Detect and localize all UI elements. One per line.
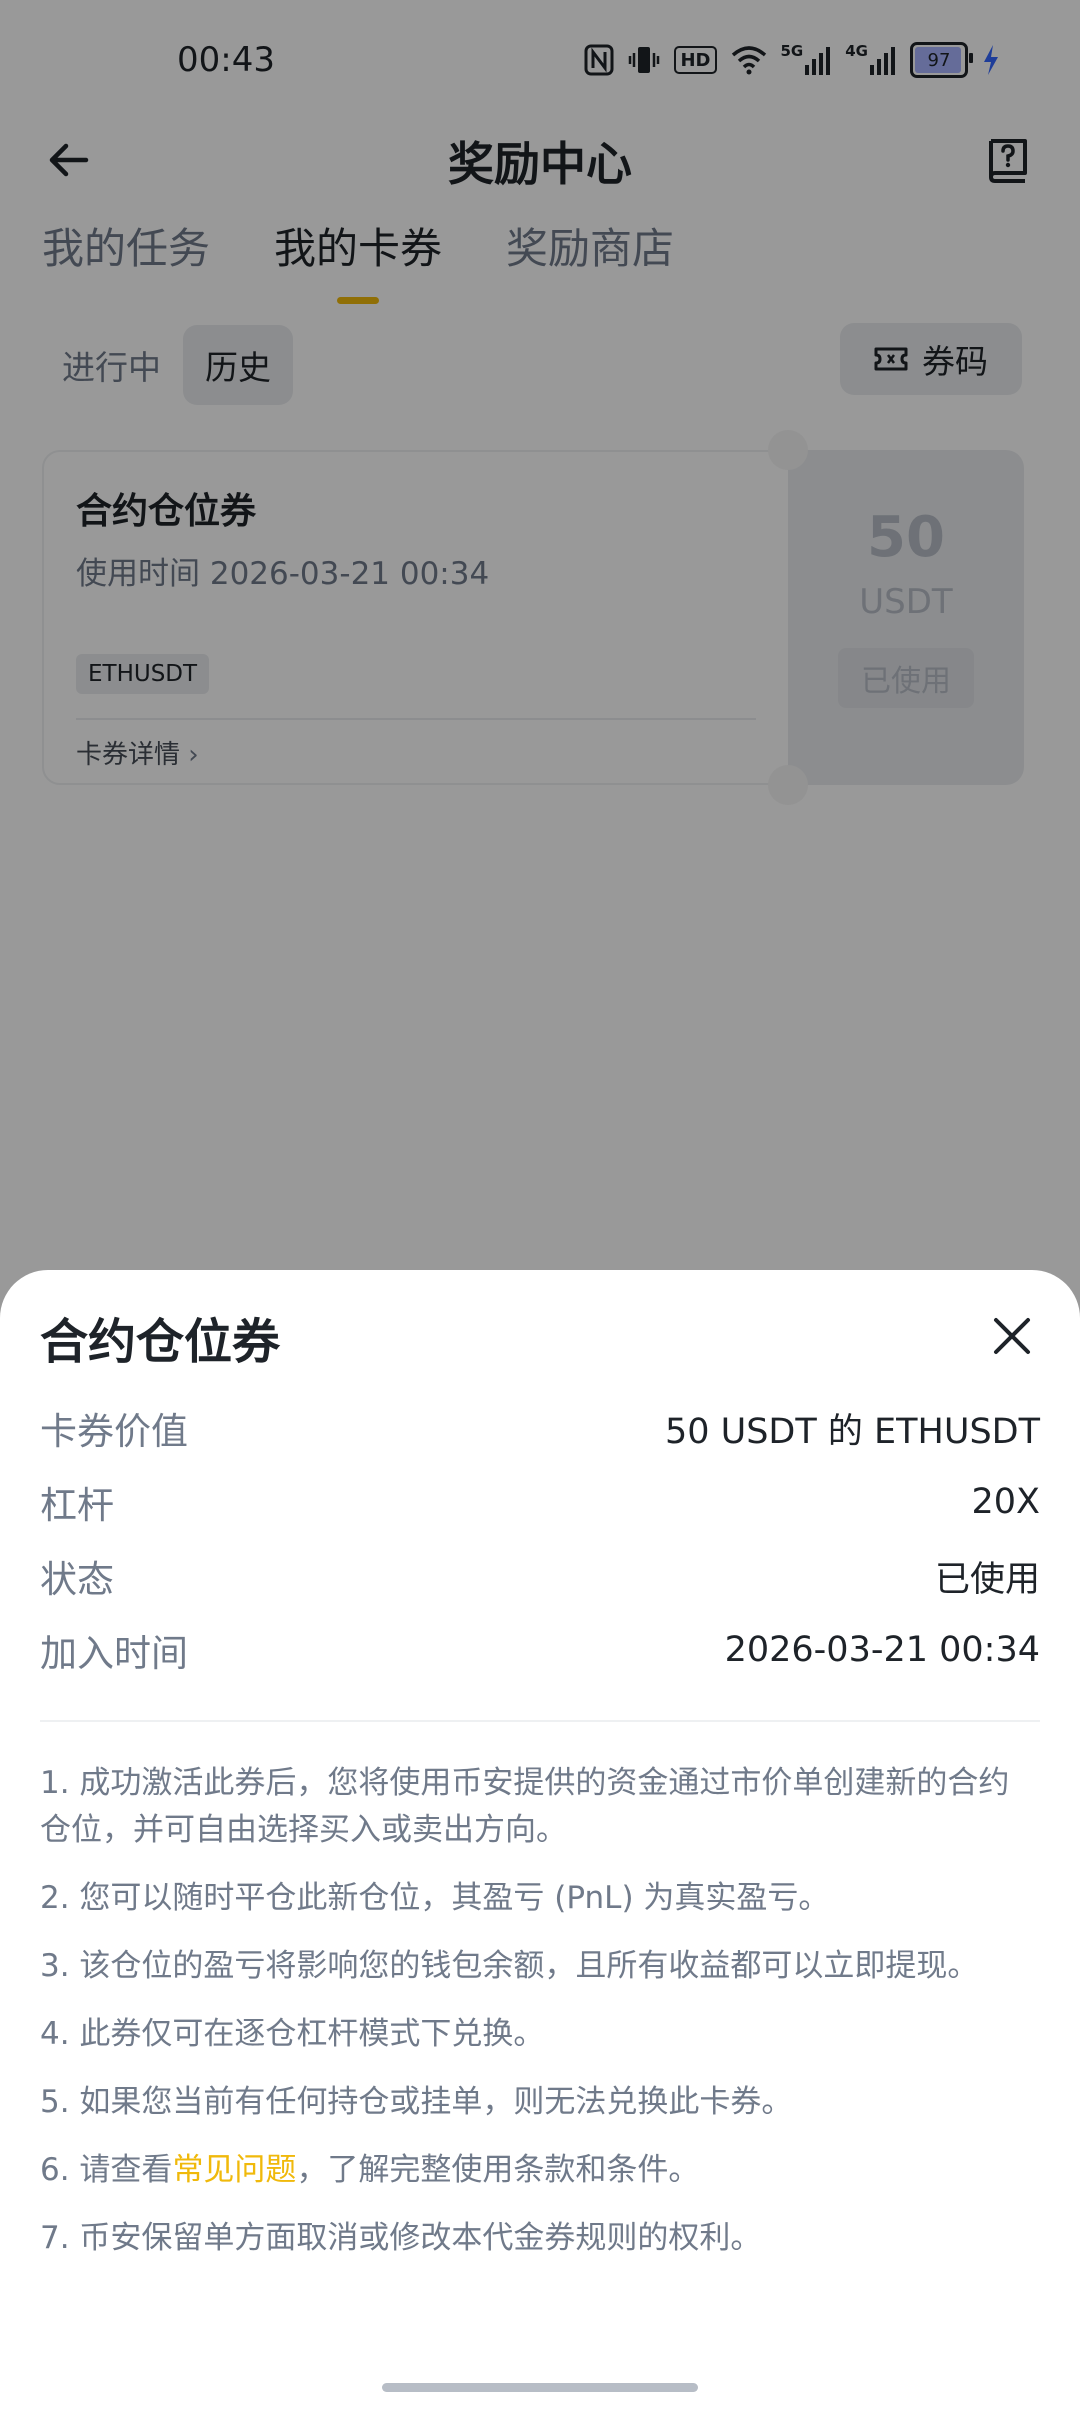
row-leverage: 杠杆 20X (40, 1472, 1040, 1532)
row-status-label: 状态 (40, 1558, 114, 1601)
term-item: 5. 如果您当前有任何持仓或挂单，则无法兑换此卡券。 (40, 2084, 793, 2120)
term6-suffix: ，了解完整使用条款和条件。 (296, 2152, 700, 2188)
faq-link[interactable]: 常见问题 (172, 2152, 296, 2188)
term-item: 4. 此券仅可在逐仓杠杆模式下兑换。 (40, 2016, 545, 2052)
term6-prefix: 6. 请查看 (40, 2152, 173, 2188)
term-item: 1. 成功激活此券后，您将使用币安提供的资金通过市价单创建新的合约仓位，并可自由… (40, 1765, 1010, 1848)
row-coupon-value-label: 卡券价值 (40, 1410, 188, 1453)
reward-center-page: 00:43 HD 5G 4G 97 奖励中心 我的任务 我的卡券 奖励商店 进行… (0, 0, 1080, 2412)
row-status-value: 已使用 (934, 1559, 1040, 1600)
term-item: 7. 币安保留单方面取消或修改本代金券规则的权利。 (40, 2220, 762, 2256)
row-leverage-label: 杠杆 (40, 1484, 114, 1527)
close-button[interactable] (984, 1308, 1040, 1364)
coupon-detail-sheet: 合约仓位券 卡券价值 50 USDT 的 ETHUSDT 杠杆 20X 状态 已… (0, 1270, 1080, 2412)
term-item: 6. 请查看常见问题，了解完整使用条款和条件。 (40, 2147, 1040, 2194)
sheet-divider (40, 1720, 1040, 1722)
close-icon (994, 1318, 1030, 1354)
home-indicator[interactable] (382, 2383, 698, 2392)
row-coupon-value: 卡券价值 50 USDT 的 ETHUSDT (40, 1398, 1040, 1458)
row-added-time-label: 加入时间 (40, 1632, 188, 1675)
term-item: 2. 您可以随时平仓此新仓位，其盈亏 (PnL) 为真实盈亏。 (40, 1880, 830, 1916)
row-added-time: 加入时间 2026-03-21 00:34 (40, 1620, 1040, 1680)
sheet-title: 合约仓位券 (40, 1314, 281, 1370)
row-added-time-value: 2026-03-21 00:34 (724, 1630, 1040, 1670)
row-coupon-value-value: 50 USDT 的 ETHUSDT (664, 1411, 1040, 1452)
row-leverage-value: 20X (971, 1482, 1040, 1522)
term-item: 3. 该仓位的盈亏将影响您的钱包余额，且所有收益都可以立即提现。 (40, 1948, 979, 1984)
row-status: 状态 已使用 (40, 1546, 1040, 1606)
terms-list: 1. 成功激活此券后，您将使用币安提供的资金通过市价单创建新的合约仓位，并可自由… (40, 1760, 1040, 2283)
